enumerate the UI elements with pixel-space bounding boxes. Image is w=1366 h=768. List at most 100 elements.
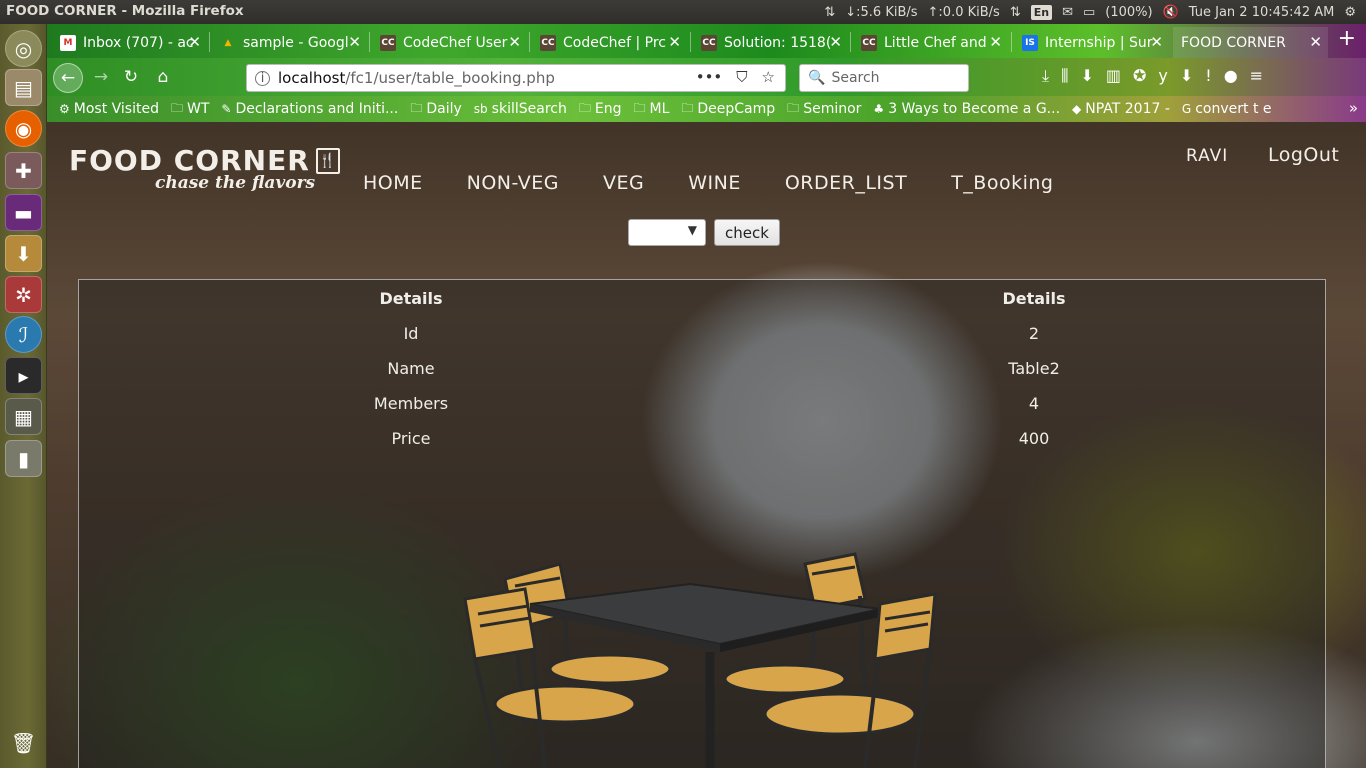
- check-button[interactable]: check: [714, 219, 780, 246]
- tab-close-icon[interactable]: ✕: [1309, 33, 1322, 51]
- tab-codechef-problem[interactable]: CC CodeChef | Prc ✕: [532, 27, 687, 58]
- tab-little-chef[interactable]: CC Little Chef and ✕: [853, 27, 1008, 58]
- bookmark-folder-ml[interactable]: 🗀 ML: [633, 99, 669, 120]
- details-header-right: Details: [1002, 289, 1066, 308]
- nav-table-booking[interactable]: T_Booking: [951, 172, 1053, 194]
- battery-percent: (100%): [1105, 4, 1153, 20]
- home-icon[interactable]: ⌂: [153, 67, 173, 87]
- user-name-link[interactable]: RAVI: [1186, 146, 1228, 166]
- forward-arrow-icon[interactable]: →: [91, 67, 111, 87]
- sidebar-icon[interactable]: ▥: [1106, 66, 1121, 86]
- firefox-icon[interactable]: ◉: [5, 110, 42, 147]
- net-up-speed: ↑:0.0 KiB/s: [927, 4, 1000, 20]
- folder-icon: 🗀: [170, 100, 183, 115]
- battery-icon[interactable]: ▭: [1083, 5, 1095, 20]
- tab-close-icon[interactable]: ✕: [668, 33, 681, 51]
- trash-icon[interactable]: 🗑: [5, 724, 42, 761]
- clock[interactable]: Tue Jan 2 10:45:42 AM: [1189, 5, 1335, 20]
- codechef-icon: CC: [380, 34, 396, 51]
- network-tool-icon[interactable]: ✲: [5, 276, 42, 313]
- internshala-icon: IS: [1022, 34, 1038, 51]
- mail-icon[interactable]: ✉: [1062, 5, 1073, 20]
- volume-muted-icon[interactable]: 🔇: [1163, 5, 1179, 20]
- save-extension-icon[interactable]: ⬇: [1180, 66, 1193, 86]
- workspace-switcher-icon[interactable]: ▦: [5, 398, 42, 435]
- bookmark-declarations[interactable]: ✎ Declarations and Initi...: [221, 101, 398, 117]
- tab-codechef-user[interactable]: CC CodeChef User ✕: [372, 27, 527, 58]
- tab-close-icon[interactable]: ✕: [829, 33, 842, 51]
- table-select-dropdown[interactable]: ▼: [628, 219, 706, 246]
- extension-reel-icon[interactable]: ✪: [1133, 66, 1146, 86]
- details-row-price: Price 400: [79, 429, 1325, 464]
- pencil-icon: ✎: [221, 102, 232, 116]
- nav-home[interactable]: HOME: [363, 172, 423, 194]
- tab-solution[interactable]: CC Solution: 1518( ✕: [693, 27, 848, 58]
- details-label: Id: [403, 324, 419, 343]
- tab-food-corner[interactable]: FOOD CORNER ✕: [1173, 27, 1328, 58]
- settings-gear-icon[interactable]: ⚙: [1344, 5, 1356, 20]
- pocket-icon[interactable]: ⛉: [736, 68, 747, 86]
- bookmark-star-icon[interactable]: ☆: [762, 68, 775, 86]
- details-row-id: Id 2: [79, 324, 1325, 359]
- extension-download-icon[interactable]: ⬇: [1080, 66, 1093, 86]
- system-tools-icon[interactable]: ✚: [5, 152, 42, 189]
- unity-launcher: ◎ ▤ ◉ ✚ ▬ ⬇ ✲ ℐ ▸ ▦ ▮ 🗑: [0, 24, 47, 768]
- bookmark-folder-daily[interactable]: 🗀 Daily: [410, 99, 461, 120]
- software-center-icon[interactable]: ⬇: [5, 235, 42, 272]
- bookmarks-toolbar: ⚙ Most Visited 🗀 WT ✎ Declarations and Init…: [47, 96, 1366, 122]
- search-input[interactable]: 🔍 Search: [799, 64, 969, 92]
- tab-close-icon[interactable]: ✕: [348, 33, 361, 51]
- network-transfer-icon[interactable]: ⇅: [824, 5, 835, 20]
- tab-sample[interactable]: ▲ sample - Googl ✕: [212, 27, 367, 58]
- tab-label: Internship | Sur: [1045, 34, 1153, 51]
- bookmark-folder-deepcamp[interactable]: 🗀 DeepCamp: [681, 99, 775, 120]
- bookmark-label: skillSearch: [491, 101, 567, 117]
- tab-close-icon[interactable]: ✕: [508, 33, 521, 51]
- ide-icon[interactable]: ℐ: [5, 316, 42, 353]
- reload-icon[interactable]: ↻: [121, 67, 141, 87]
- bookmark-folder-eng[interactable]: 🗀 Eng: [579, 99, 622, 120]
- bookmark-skillsearch[interactable]: sb skillSearch: [474, 101, 567, 117]
- bookmark-3-ways[interactable]: ♣ 3 Ways to Become a G...: [873, 101, 1060, 117]
- page-actions-icon[interactable]: •••: [696, 68, 723, 86]
- bookmark-label: Seminor: [803, 101, 862, 117]
- bookmark-folder-seminor[interactable]: 🗀 Seminor: [787, 99, 861, 120]
- codechef-icon: CC: [540, 34, 556, 51]
- keyboard-layout-indicator[interactable]: En: [1030, 4, 1053, 20]
- library-icon[interactable]: ⫼: [1061, 66, 1068, 86]
- color-extension-icon[interactable]: ●: [1224, 66, 1238, 86]
- tab-label: CodeChef | Prc: [563, 34, 666, 51]
- files-icon[interactable]: ▤: [5, 69, 42, 106]
- search-icon: 🔍: [808, 70, 826, 86]
- usb-drive-icon[interactable]: ▮: [5, 440, 42, 477]
- site-logo[interactable]: FOOD CORNER 🍴 chase the flavors: [69, 144, 340, 193]
- site-info-icon[interactable]: i: [255, 70, 270, 86]
- downloads-icon[interactable]: ⤓: [1042, 66, 1049, 86]
- bookmark-convert[interactable]: Gconvert t e: [1182, 101, 1272, 117]
- bookmark-most-visited[interactable]: ⚙ Most Visited: [59, 101, 159, 117]
- tab-inbox[interactable]: M Inbox (707) - ac ✕: [52, 27, 207, 58]
- nav-order-list[interactable]: ORDER_LIST: [785, 172, 907, 194]
- bookmark-npat[interactable]: ◆ NPAT 2017 -: [1072, 101, 1170, 117]
- tab-close-icon[interactable]: ✕: [1150, 33, 1163, 51]
- nav-non-veg[interactable]: NON-VEG: [467, 172, 559, 194]
- bookmark-folder-wt[interactable]: 🗀 WT: [171, 99, 209, 120]
- network-icon[interactable]: ⇅: [1010, 5, 1021, 20]
- dash-home-icon[interactable]: ◎: [5, 30, 42, 67]
- menu-icon[interactable]: ≡: [1250, 66, 1263, 86]
- tab-internship[interactable]: IS Internship | Sur ✕: [1014, 27, 1169, 58]
- tab-close-icon[interactable]: ✕: [989, 33, 1002, 51]
- bookmarks-overflow-icon[interactable]: »: [1349, 99, 1358, 117]
- nav-wine[interactable]: WINE: [688, 172, 741, 194]
- nav-veg[interactable]: VEG: [603, 172, 644, 194]
- yandex-icon[interactable]: y: [1158, 66, 1167, 86]
- tab-close-icon[interactable]: ✕: [188, 33, 201, 51]
- workspace-icon[interactable]: ▬: [5, 194, 42, 231]
- alert-extension-icon[interactable]: !: [1205, 66, 1211, 86]
- back-arrow-icon[interactable]: ←: [53, 63, 83, 93]
- terminal-icon[interactable]: ▸: [5, 357, 42, 394]
- address-bar[interactable]: i localhost /fc1/user/table_booking.php …: [246, 64, 786, 92]
- details-value: 4: [1028, 394, 1040, 413]
- new-tab-icon[interactable]: +: [1338, 26, 1356, 51]
- logout-link[interactable]: LogOut: [1268, 144, 1339, 166]
